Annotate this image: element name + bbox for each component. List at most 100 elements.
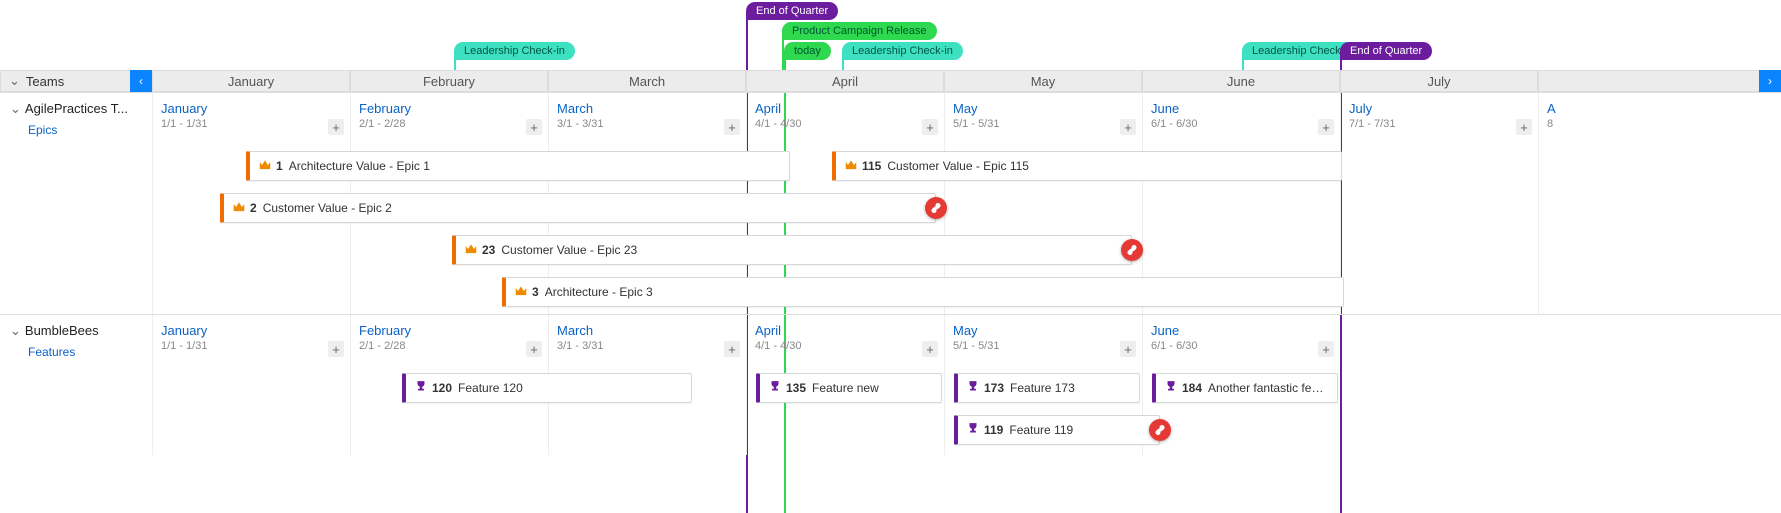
work-item-title: Architecture Value - Epic 1 xyxy=(289,159,430,173)
work-item-id: 173 xyxy=(984,381,1004,395)
lane-team-label: BumbleBees xyxy=(25,323,99,338)
crown-icon xyxy=(464,242,478,259)
trophy-icon xyxy=(966,422,980,439)
work-item-title: Feature 173 xyxy=(1010,381,1075,395)
epic-card[interactable]: 3Architecture - Epic 3 xyxy=(502,277,1344,307)
ruler-month: March xyxy=(548,70,746,92)
ruler-month: February xyxy=(350,70,548,92)
sprint-title[interactable]: March xyxy=(549,315,746,338)
lane-subtype-label[interactable]: Features xyxy=(28,345,142,359)
add-item-button[interactable]: + xyxy=(1516,119,1532,135)
scroll-right-button[interactable]: › xyxy=(1759,70,1781,92)
ruler-month-label: April xyxy=(832,74,858,89)
dependency-link-badge[interactable] xyxy=(1121,239,1143,261)
dependency-link-badge[interactable] xyxy=(925,197,947,219)
feature-card[interactable]: 184Another fantastic feature xyxy=(1152,373,1338,403)
feature-card[interactable]: 119Feature 119 xyxy=(954,415,1160,445)
timeline-marker-tag[interactable]: Leadership Check-in xyxy=(454,42,575,60)
chevron-down-icon[interactable]: ⌄ xyxy=(9,73,20,89)
work-item-title: Another fantastic feature xyxy=(1208,381,1329,395)
feature-card[interactable]: 135 Feature new xyxy=(756,373,942,403)
lane-subtype-label[interactable]: Epics xyxy=(28,123,142,137)
add-item-button[interactable]: + xyxy=(1120,341,1136,357)
add-item-button[interactable]: + xyxy=(526,119,542,135)
add-item-button[interactable]: + xyxy=(1318,341,1334,357)
sprint-title[interactable]: June xyxy=(1143,93,1340,116)
sprint-title[interactable]: June xyxy=(1143,315,1340,338)
sprint-range: 1/1 - 1/31 xyxy=(153,338,350,352)
add-item-button[interactable]: + xyxy=(328,119,344,135)
lane-toggle[interactable]: ⌄BumbleBees xyxy=(10,323,142,339)
timeline-marker-label: Leadership Check-in xyxy=(852,45,953,57)
ruler-month-label: May xyxy=(1031,74,1056,89)
timeline-marker-tag[interactable]: today xyxy=(784,42,831,60)
add-item-button[interactable]: + xyxy=(922,119,938,135)
sprint-range: 5/1 - 5/31 xyxy=(945,338,1142,352)
trophy-icon xyxy=(768,380,782,397)
add-item-button[interactable]: + xyxy=(1318,119,1334,135)
ruler-month: June xyxy=(1142,70,1340,92)
scroll-left-button[interactable]: ‹ xyxy=(130,70,152,92)
work-item-title: Customer Value - Epic 23 xyxy=(501,243,637,257)
crown-icon xyxy=(844,158,858,175)
timeline-marker-tag[interactable]: End of Quarter xyxy=(1340,42,1432,60)
crown-icon xyxy=(232,200,246,217)
timeline-marker-label: Product Campaign Release xyxy=(792,25,927,37)
sprint-title[interactable]: March xyxy=(549,93,746,116)
epic-card[interactable]: 115Customer Value - Epic 115 xyxy=(832,151,1342,181)
trophy-icon xyxy=(414,380,428,397)
work-item-id: 2 xyxy=(250,201,257,215)
add-item-button[interactable]: + xyxy=(922,341,938,357)
sprint-title[interactable]: A xyxy=(1539,93,1781,116)
ruler-month-label: March xyxy=(629,74,665,89)
sprint-title[interactable]: January xyxy=(153,93,350,116)
sprint-column: July7/1 - 7/31+ xyxy=(1340,93,1538,315)
epic-card[interactable]: 1Architecture Value - Epic 1 xyxy=(246,151,790,181)
work-item-id: 3 xyxy=(532,285,539,299)
add-item-button[interactable]: + xyxy=(526,341,542,357)
work-item-id: 119 xyxy=(984,423,1003,437)
lane-header: ⌄BumbleBees Features xyxy=(0,314,152,454)
sprint-title[interactable]: January xyxy=(153,315,350,338)
ruler-months: JanuaryFebruaryMarchAprilMayJuneJuly xyxy=(152,70,1781,92)
trophy-icon xyxy=(966,380,980,397)
work-item-title: Customer Value - Epic 2 xyxy=(263,201,392,215)
add-item-button[interactable]: + xyxy=(1120,119,1136,135)
timeline-marker-tag[interactable]: Product Campaign Release xyxy=(782,22,937,40)
work-item-title: Feature 120 xyxy=(458,381,523,395)
chevron-down-icon: ⌄ xyxy=(10,101,21,116)
sprint-range: 4/1 - 4/30 xyxy=(747,338,944,352)
work-item-id: 23 xyxy=(482,243,495,257)
sprint-title[interactable]: April xyxy=(747,315,944,338)
epic-card[interactable]: 23 Customer Value - Epic 23 xyxy=(452,235,1132,265)
add-item-button[interactable]: + xyxy=(724,341,740,357)
add-item-button[interactable]: + xyxy=(328,341,344,357)
sprint-range: 6/1 - 6/30 xyxy=(1143,116,1340,130)
timeline-marker-tag[interactable]: Leadership Check-in xyxy=(842,42,963,60)
sprint-title[interactable]: May xyxy=(945,315,1142,338)
sprint-range: 4/1 - 4/30 xyxy=(747,116,944,130)
dependency-link-badge[interactable] xyxy=(1149,419,1171,441)
lane-toggle[interactable]: ⌄AgilePractices T... xyxy=(10,101,142,117)
sprint-title[interactable]: February xyxy=(351,93,548,116)
sprint-title[interactable]: May xyxy=(945,93,1142,116)
sprint-range: 8 xyxy=(1539,116,1781,130)
ruler-month: May xyxy=(944,70,1142,92)
work-item-id: 135 xyxy=(786,381,806,395)
feature-card[interactable]: 173 Feature 173 xyxy=(954,373,1140,403)
epic-card[interactable]: 2 Customer Value - Epic 2 xyxy=(220,193,936,223)
delivery-plan-viewport: End of Quarter Product Campaign Release to… xyxy=(0,0,1781,513)
feature-card[interactable]: 120Feature 120 xyxy=(402,373,692,403)
work-item-id: 115 xyxy=(862,159,881,173)
trophy-icon xyxy=(1164,380,1178,397)
sprint-title[interactable]: July xyxy=(1341,93,1538,116)
lane-body: January1/1 - 1/31+February2/1 - 2/28+Mar… xyxy=(152,314,1781,454)
sprint-title[interactable]: April xyxy=(747,93,944,116)
sprint-column: A8 xyxy=(1538,93,1781,315)
work-item-title: Feature new xyxy=(812,381,879,395)
lane-header: ⌄AgilePractices T... Epics xyxy=(0,92,152,314)
sprint-title[interactable]: February xyxy=(351,315,548,338)
ruler-month: January xyxy=(152,70,350,92)
timeline-marker-tag[interactable]: End of Quarter xyxy=(746,2,838,20)
add-item-button[interactable]: + xyxy=(724,119,740,135)
